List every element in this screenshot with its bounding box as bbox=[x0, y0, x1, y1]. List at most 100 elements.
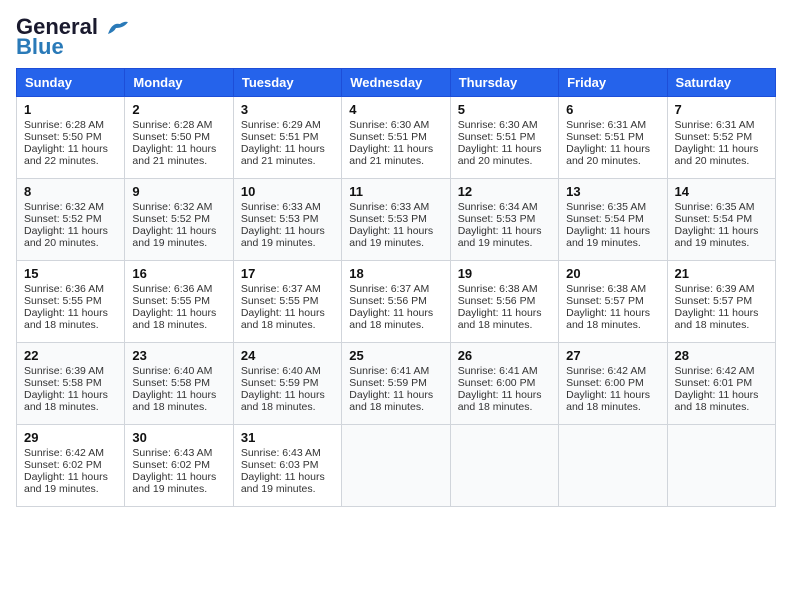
day-info-line: and 18 minutes. bbox=[349, 401, 442, 413]
day-info-line: Daylight: 11 hours bbox=[24, 389, 117, 401]
calendar-cell: 7Sunrise: 6:31 AMSunset: 5:52 PMDaylight… bbox=[667, 97, 775, 179]
day-info-line: Daylight: 11 hours bbox=[132, 225, 225, 237]
day-number: 26 bbox=[458, 348, 551, 363]
calendar-cell: 6Sunrise: 6:31 AMSunset: 5:51 PMDaylight… bbox=[559, 97, 667, 179]
day-info-line: and 18 minutes. bbox=[458, 319, 551, 331]
day-info-line: Sunset: 5:50 PM bbox=[132, 131, 225, 143]
day-info-line: Sunrise: 6:38 AM bbox=[458, 283, 551, 295]
day-info-line: Sunset: 6:00 PM bbox=[566, 377, 659, 389]
day-info-line: and 19 minutes. bbox=[241, 483, 334, 495]
day-info-line: Sunset: 6:00 PM bbox=[458, 377, 551, 389]
day-info-line: Sunrise: 6:42 AM bbox=[675, 365, 768, 377]
calendar-week-row: 22Sunrise: 6:39 AMSunset: 5:58 PMDayligh… bbox=[17, 343, 776, 425]
day-info-line: Sunrise: 6:42 AM bbox=[566, 365, 659, 377]
calendar-body: 1Sunrise: 6:28 AMSunset: 5:50 PMDaylight… bbox=[17, 97, 776, 507]
day-info-line: Sunset: 5:56 PM bbox=[349, 295, 442, 307]
day-number: 1 bbox=[24, 102, 117, 117]
weekday-header-thursday: Thursday bbox=[450, 69, 558, 97]
page-header: General Blue bbox=[16, 16, 776, 60]
day-info-line: Daylight: 11 hours bbox=[566, 143, 659, 155]
calendar-cell bbox=[667, 425, 775, 507]
bird-logo-icon bbox=[106, 20, 128, 36]
day-info-line: and 18 minutes. bbox=[675, 401, 768, 413]
day-number: 14 bbox=[675, 184, 768, 199]
day-number: 20 bbox=[566, 266, 659, 281]
day-info-line: and 21 minutes. bbox=[132, 155, 225, 167]
calendar-cell: 29Sunrise: 6:42 AMSunset: 6:02 PMDayligh… bbox=[17, 425, 125, 507]
calendar-cell: 25Sunrise: 6:41 AMSunset: 5:59 PMDayligh… bbox=[342, 343, 450, 425]
day-info-line: Sunset: 5:56 PM bbox=[458, 295, 551, 307]
day-info-line: Sunrise: 6:35 AM bbox=[566, 201, 659, 213]
day-info-line: Daylight: 11 hours bbox=[132, 143, 225, 155]
day-info-line: and 19 minutes. bbox=[132, 237, 225, 249]
calendar-cell: 27Sunrise: 6:42 AMSunset: 6:00 PMDayligh… bbox=[559, 343, 667, 425]
day-number: 8 bbox=[24, 184, 117, 199]
day-info-line: and 18 minutes. bbox=[675, 319, 768, 331]
day-info-line: Daylight: 11 hours bbox=[241, 225, 334, 237]
calendar-cell: 8Sunrise: 6:32 AMSunset: 5:52 PMDaylight… bbox=[17, 179, 125, 261]
day-info-line: Daylight: 11 hours bbox=[132, 471, 225, 483]
day-info-line: Sunrise: 6:30 AM bbox=[458, 119, 551, 131]
day-info-line: Sunset: 5:51 PM bbox=[458, 131, 551, 143]
day-info-line: Sunrise: 6:41 AM bbox=[458, 365, 551, 377]
day-number: 23 bbox=[132, 348, 225, 363]
day-info-line: Daylight: 11 hours bbox=[675, 143, 768, 155]
day-info-line: and 21 minutes. bbox=[241, 155, 334, 167]
calendar-cell bbox=[559, 425, 667, 507]
day-info-line: Sunrise: 6:39 AM bbox=[24, 365, 117, 377]
day-info-line: Sunrise: 6:39 AM bbox=[675, 283, 768, 295]
logo: General Blue bbox=[16, 16, 128, 60]
calendar-cell: 10Sunrise: 6:33 AMSunset: 5:53 PMDayligh… bbox=[233, 179, 341, 261]
calendar-cell bbox=[342, 425, 450, 507]
day-number: 24 bbox=[241, 348, 334, 363]
day-info-line: and 18 minutes. bbox=[24, 401, 117, 413]
calendar-cell: 14Sunrise: 6:35 AMSunset: 5:54 PMDayligh… bbox=[667, 179, 775, 261]
day-info-line: and 18 minutes. bbox=[566, 401, 659, 413]
day-info-line: and 18 minutes. bbox=[132, 401, 225, 413]
day-info-line: Daylight: 11 hours bbox=[132, 389, 225, 401]
calendar-cell: 13Sunrise: 6:35 AMSunset: 5:54 PMDayligh… bbox=[559, 179, 667, 261]
day-info-line: and 18 minutes. bbox=[458, 401, 551, 413]
calendar-cell: 3Sunrise: 6:29 AMSunset: 5:51 PMDaylight… bbox=[233, 97, 341, 179]
day-info-line: Daylight: 11 hours bbox=[458, 389, 551, 401]
day-number: 7 bbox=[675, 102, 768, 117]
day-info-line: and 19 minutes. bbox=[349, 237, 442, 249]
calendar-cell: 17Sunrise: 6:37 AMSunset: 5:55 PMDayligh… bbox=[233, 261, 341, 343]
day-number: 3 bbox=[241, 102, 334, 117]
weekday-header-sunday: Sunday bbox=[17, 69, 125, 97]
calendar-week-row: 1Sunrise: 6:28 AMSunset: 5:50 PMDaylight… bbox=[17, 97, 776, 179]
day-info-line: Daylight: 11 hours bbox=[349, 307, 442, 319]
day-info-line: Sunrise: 6:40 AM bbox=[241, 365, 334, 377]
day-number: 19 bbox=[458, 266, 551, 281]
weekday-header-friday: Friday bbox=[559, 69, 667, 97]
day-info-line: and 18 minutes. bbox=[566, 319, 659, 331]
day-number: 4 bbox=[349, 102, 442, 117]
day-info-line: Daylight: 11 hours bbox=[241, 307, 334, 319]
day-info-line: Sunset: 5:52 PM bbox=[24, 213, 117, 225]
day-info-line: Daylight: 11 hours bbox=[241, 471, 334, 483]
day-info-line: and 19 minutes. bbox=[24, 483, 117, 495]
day-number: 18 bbox=[349, 266, 442, 281]
day-info-line: Sunset: 5:52 PM bbox=[675, 131, 768, 143]
day-info-line: Sunset: 5:55 PM bbox=[241, 295, 334, 307]
day-info-line: and 19 minutes. bbox=[241, 237, 334, 249]
day-info-line: Sunset: 5:54 PM bbox=[675, 213, 768, 225]
day-info-line: and 19 minutes. bbox=[458, 237, 551, 249]
day-info-line: and 18 minutes. bbox=[24, 319, 117, 331]
day-number: 25 bbox=[349, 348, 442, 363]
calendar-cell: 30Sunrise: 6:43 AMSunset: 6:02 PMDayligh… bbox=[125, 425, 233, 507]
day-number: 28 bbox=[675, 348, 768, 363]
day-info-line: Daylight: 11 hours bbox=[132, 307, 225, 319]
day-number: 16 bbox=[132, 266, 225, 281]
day-number: 17 bbox=[241, 266, 334, 281]
calendar-week-row: 29Sunrise: 6:42 AMSunset: 6:02 PMDayligh… bbox=[17, 425, 776, 507]
calendar-cell: 16Sunrise: 6:36 AMSunset: 5:55 PMDayligh… bbox=[125, 261, 233, 343]
day-info-line: Sunrise: 6:35 AM bbox=[675, 201, 768, 213]
calendar-cell: 11Sunrise: 6:33 AMSunset: 5:53 PMDayligh… bbox=[342, 179, 450, 261]
day-number: 21 bbox=[675, 266, 768, 281]
day-info-line: and 19 minutes. bbox=[132, 483, 225, 495]
weekday-header-monday: Monday bbox=[125, 69, 233, 97]
calendar-week-row: 15Sunrise: 6:36 AMSunset: 5:55 PMDayligh… bbox=[17, 261, 776, 343]
day-info-line: Sunrise: 6:34 AM bbox=[458, 201, 551, 213]
calendar-cell bbox=[450, 425, 558, 507]
